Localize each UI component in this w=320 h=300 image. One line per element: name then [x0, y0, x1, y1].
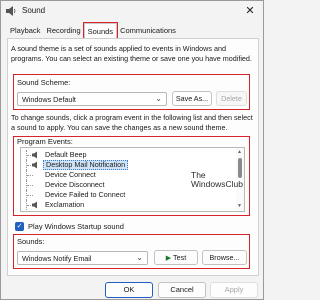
title-bar: Sound ✕ — [1, 1, 263, 21]
chevron-down-icon: ⌄ — [136, 253, 143, 262]
theme-description: A sound theme is a set of sounds applied… — [11, 44, 252, 63]
speaker-icon — [32, 151, 37, 159]
event-label: Exclamation — [45, 200, 85, 209]
sounds-label: Sounds: — [17, 237, 45, 246]
tab-communications[interactable]: Communications — [117, 23, 179, 39]
sound-scheme-select[interactable]: Windows Default ⌄ — [17, 92, 167, 106]
sound-file-value: Windows Notify Email — [22, 254, 92, 263]
sound-scheme-value: Windows Default — [22, 95, 76, 104]
event-item[interactable]: Default Beep — [21, 150, 221, 160]
cancel-button[interactable]: Cancel — [158, 282, 206, 298]
close-icon[interactable]: ✕ — [243, 4, 257, 18]
event-item[interactable]: Device Failed to Connect — [21, 190, 221, 200]
delete-button[interactable]: Delete — [216, 91, 247, 106]
apply-button[interactable]: Apply — [210, 282, 258, 298]
watermark-line2: WindowsClub — [191, 179, 243, 189]
scroll-up-icon[interactable]: ▲ — [237, 149, 242, 155]
tab-playback[interactable]: Playback — [7, 23, 43, 39]
watermark: The WindowsClub — [191, 171, 251, 189]
browse-button[interactable]: Browse... — [202, 250, 247, 265]
startup-sound-checkbox[interactable]: ✓ — [15, 222, 24, 231]
event-item[interactable]: Exclamation — [21, 200, 221, 210]
play-icon: ▶ — [165, 255, 172, 262]
instructions-text: To change sounds, click a program event … — [11, 113, 253, 132]
program-events-label: Program Events: — [17, 137, 73, 146]
event-label: Device Connect — [45, 170, 96, 179]
sound-scheme-label: Sound Scheme: — [17, 78, 71, 87]
window-title: Sound — [22, 6, 46, 15]
save-as-button[interactable]: Save As... — [172, 91, 212, 106]
chevron-down-icon: ⌄ — [155, 94, 162, 103]
startup-sound-label: Play Windows Startup sound — [28, 222, 124, 231]
speaker-icon — [32, 201, 37, 209]
ok-button[interactable]: OK — [105, 282, 153, 298]
event-label: Desktop Mail Notification — [43, 160, 129, 170]
speaker-icon — [6, 6, 16, 16]
test-label: Test — [173, 253, 187, 262]
sounds-group: Sounds: Windows Notify Email ⌄ ▶ Test Br… — [13, 234, 250, 269]
sound-file-select[interactable]: Windows Notify Email ⌄ — [17, 251, 148, 265]
tab-bar: Playback Recording Sounds Communications — [7, 22, 179, 40]
tab-recording[interactable]: Recording — [43, 23, 83, 39]
event-label: Device Failed to Connect — [45, 190, 126, 199]
event-item-selected[interactable]: Desktop Mail Notification — [21, 160, 221, 170]
sound-scheme-group: Sound Scheme: Windows Default ⌄ Save As.… — [13, 74, 250, 110]
test-button[interactable]: ▶ Test — [154, 250, 198, 265]
event-label: Device Disconnect — [45, 180, 105, 189]
speaker-icon — [32, 161, 37, 169]
scroll-down-icon[interactable]: ▼ — [237, 203, 242, 209]
tab-sounds[interactable]: Sounds — [82, 22, 119, 40]
event-label: Default Beep — [45, 150, 87, 159]
sound-dialog: Sound ✕ Playback Recording Sounds Commun… — [0, 0, 264, 300]
